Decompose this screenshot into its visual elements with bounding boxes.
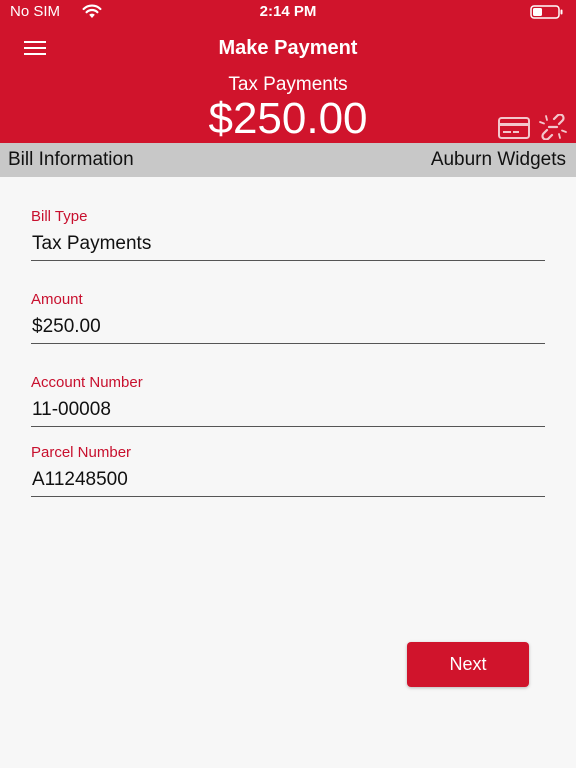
- account-number-label: Account Number: [31, 374, 143, 391]
- amount-field-group: Amount: [31, 291, 545, 344]
- summary-amount: $250.00: [208, 94, 368, 143]
- bill-type-field[interactable]: [31, 228, 545, 261]
- unlink-icon[interactable]: [538, 114, 568, 140]
- merchant-name: Auburn Widgets: [430, 149, 566, 170]
- amount-label: Amount: [31, 291, 83, 308]
- status-time: 2:14 PM: [259, 3, 317, 20]
- credit-card-icon[interactable]: [498, 117, 530, 139]
- next-button[interactable]: Next: [407, 642, 529, 687]
- bill-type-label: Bill Type: [31, 208, 88, 225]
- bill-information-bar: Bill Information Auburn Widgets: [0, 143, 576, 177]
- section-title: Bill Information: [8, 149, 134, 170]
- status-bar: No SIM 2:14 PM: [0, 0, 576, 26]
- page-title: Make Payment: [218, 37, 358, 59]
- account-number-field[interactable]: [31, 394, 545, 427]
- navigation-bar: Make Payment: [0, 30, 576, 66]
- header: No SIM 2:14 PM Make Payment Tax Payments: [0, 0, 576, 143]
- bill-type-field-group: Bill Type: [31, 208, 545, 261]
- account-number-field-group: Account Number: [31, 374, 545, 427]
- summary-bill-type: Tax Payments: [228, 74, 348, 95]
- parcel-number-field[interactable]: [31, 464, 545, 497]
- parcel-number-label: Parcel Number: [31, 444, 132, 461]
- parcel-number-field-group: Parcel Number: [31, 444, 545, 497]
- amount-field[interactable]: [31, 311, 545, 344]
- make-payment-screen: No SIM 2:14 PM Make Payment Tax Payments: [0, 0, 576, 768]
- battery-icon: [530, 5, 563, 19]
